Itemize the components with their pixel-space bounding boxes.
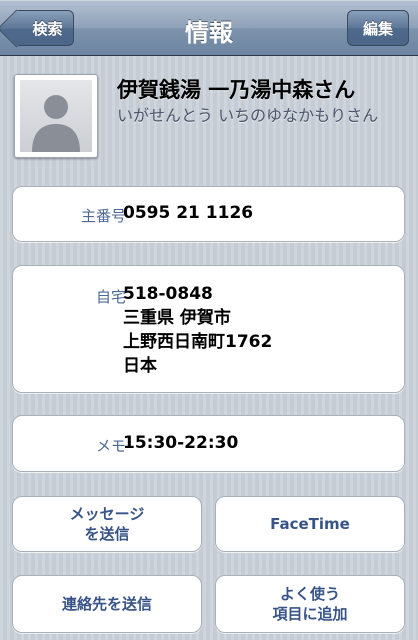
- avatar[interactable]: [14, 74, 98, 158]
- address-prefecture-city: 三重県 伊賀市: [123, 308, 231, 328]
- phone-label: 主番号: [80, 207, 126, 225]
- address-card[interactable]: 自宅 518-0848 三重県 伊賀市 上野西日南町1762 日本: [12, 265, 405, 393]
- address-value: 518-0848 三重県 伊賀市 上野西日南町1762 日本: [123, 282, 272, 378]
- edit-button[interactable]: 編集: [347, 10, 409, 46]
- contact-name: 伊賀銭湯 一乃湯中森さん: [117, 78, 356, 102]
- facetime-button[interactable]: FaceTime: [215, 496, 405, 552]
- memo-label: メモ: [95, 437, 126, 455]
- phone-number[interactable]: 0595 21 1126: [123, 203, 253, 223]
- add-favorite-button[interactable]: よく使う 項目に追加: [215, 575, 405, 633]
- phone-card[interactable]: 主番号 0595 21 1126: [12, 186, 405, 242]
- contact-reading: いがせんとう いちのゆなかもりさん: [117, 106, 379, 125]
- memo-value: 15:30-22:30: [123, 433, 239, 453]
- share-contact-button[interactable]: 連絡先を送信: [12, 575, 202, 633]
- navigation-bar: 検索 情報 編集: [0, 0, 418, 56]
- send-message-button[interactable]: メッセージ を送信: [12, 496, 202, 552]
- address-label: 自宅: [95, 288, 126, 306]
- address-country: 日本: [123, 356, 157, 376]
- memo-card[interactable]: メモ 15:30-22:30: [12, 415, 405, 472]
- address-street: 上野西日南町1762: [123, 332, 273, 352]
- person-silhouette-icon: [20, 80, 92, 152]
- address-postal-code: 518-0848: [123, 284, 213, 304]
